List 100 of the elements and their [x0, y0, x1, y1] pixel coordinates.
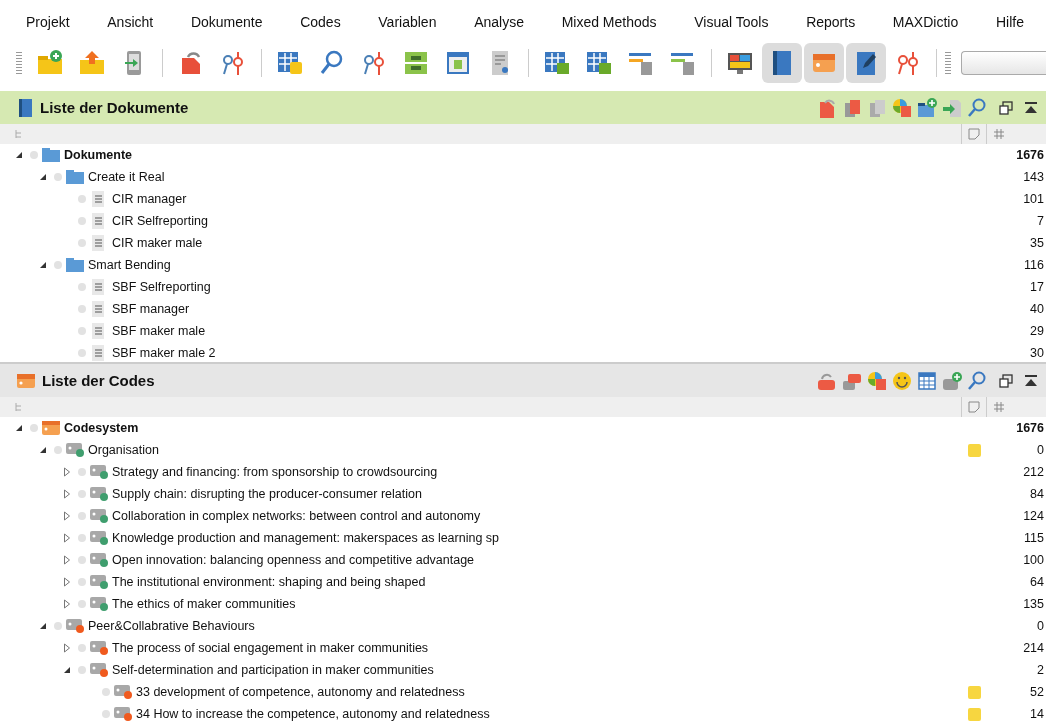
menu-item[interactable]: Codes — [300, 14, 341, 30]
document-name[interactable]: Create it Real — [88, 170, 165, 184]
status-dot — [78, 349, 86, 357]
code-name[interactable]: Open innovation: balancing openness and competitive advantage — [112, 553, 475, 567]
status-dot — [78, 644, 86, 652]
count: 52 — [1029, 685, 1045, 699]
collapse-icon[interactable] — [1024, 373, 1038, 388]
document-name[interactable]: CIR Selfreporting — [112, 214, 208, 228]
document-name[interactable]: SBF Selfreporting — [112, 280, 211, 294]
smiley-icon[interactable] — [891, 369, 913, 392]
count: 116 — [1023, 258, 1045, 272]
code-name[interactable]: Strategy and financing: from sponsorship to crowdsourcing — [112, 465, 438, 479]
collapsed-arrow-icon[interactable] — [62, 555, 72, 565]
memo-icon[interactable] — [968, 401, 980, 413]
status-dot — [78, 556, 86, 564]
toolbar-field[interactable] — [961, 51, 1046, 75]
document-button[interactable] — [762, 43, 802, 83]
count: 84 — [1029, 487, 1045, 501]
collapsed-arrow-icon[interactable] — [62, 489, 72, 499]
code-name[interactable]: Peer&Collabrative Behaviours — [88, 619, 255, 633]
code-name[interactable]: Supply chain: disrupting the producer-consumer relation — [112, 487, 422, 501]
document-name[interactable]: CIR maker male — [112, 236, 203, 250]
folder-icon — [65, 257, 85, 273]
menu-item[interactable]: Mixed Methods — [561, 14, 657, 30]
collapsed-arrow-icon[interactable] — [62, 577, 72, 587]
count: 100 — [1022, 553, 1045, 567]
search-icon[interactable] — [966, 369, 988, 392]
collapsed-arrow-icon[interactable] — [62, 643, 72, 653]
collapse-icon[interactable] — [1024, 100, 1038, 115]
code-name[interactable]: Organisation — [88, 443, 159, 457]
menu-item[interactable]: Reports — [806, 14, 856, 30]
expanded-arrow-icon[interactable] — [38, 172, 48, 182]
hash-icon[interactable] — [993, 401, 1005, 413]
expanded-arrow-icon[interactable] — [38, 445, 48, 455]
count: 2 — [1036, 663, 1045, 677]
count: 212 — [1022, 465, 1045, 479]
code-name[interactable]: The ethics of maker communities — [112, 597, 296, 611]
code-name[interactable]: 34 How to increase the competence, autonomy and relatedness — [136, 707, 490, 721]
status-dot — [78, 217, 86, 225]
code-name[interactable]: Collaboration in complex networks: between control and autonomy — [112, 509, 481, 523]
status-dot — [54, 261, 62, 269]
count: 35 — [1029, 236, 1045, 250]
expanded-arrow-icon[interactable] — [62, 665, 72, 675]
status-dot — [78, 490, 86, 498]
menu-item[interactable]: Visual Tools — [694, 14, 769, 30]
document-name[interactable]: Smart Bending — [88, 258, 171, 272]
collapsed-arrow-icon[interactable] — [62, 599, 72, 609]
status-dot — [54, 622, 62, 630]
document-name[interactable]: Dokumente — [64, 148, 133, 162]
code-name[interactable]: Codesystem — [64, 421, 139, 435]
document-name[interactable]: SBF maker male 2 — [112, 346, 216, 360]
document-name[interactable]: CIR manager — [112, 192, 187, 206]
menu-item[interactable]: Hilfe — [995, 14, 1024, 30]
count: 30 — [1029, 346, 1045, 360]
document-name[interactable]: SBF manager — [112, 302, 190, 316]
tag-add-icon[interactable] — [941, 369, 963, 392]
expanded-arrow-icon[interactable] — [38, 260, 48, 270]
menu-item[interactable]: Variablen — [378, 14, 437, 30]
count: 64 — [1029, 575, 1045, 589]
code-name[interactable]: The process of social engagement in maker communities — [112, 641, 429, 655]
code-name[interactable]: Knowledge production and management: makerspaces as learning sp — [112, 531, 500, 545]
restore-icon[interactable] — [999, 373, 1013, 388]
status-dot — [78, 239, 86, 247]
hash-icon[interactable] — [993, 128, 1005, 140]
count: 0 — [1036, 619, 1045, 633]
document-name[interactable]: SBF maker male — [112, 324, 206, 338]
code-name[interactable]: Self-determination and participation in maker communities — [112, 663, 434, 677]
table-icon[interactable] — [916, 369, 938, 392]
status-dot — [54, 173, 62, 181]
count: 214 — [1022, 641, 1045, 655]
count: 124 — [1022, 509, 1045, 523]
count: 29 — [1029, 324, 1045, 338]
menu-item[interactable]: Dokumente — [190, 14, 263, 30]
status-dot — [78, 327, 86, 335]
menu-item[interactable]: MAXDictio — [892, 14, 959, 30]
expanded-arrow-icon[interactable] — [14, 423, 24, 433]
status-dot — [78, 666, 86, 674]
collapsed-arrow-icon[interactable] — [62, 533, 72, 543]
count: 101 — [1022, 192, 1045, 206]
memo-icon[interactable] — [968, 128, 980, 140]
restore-icon[interactable] — [999, 100, 1013, 115]
code-name[interactable]: 33 development of competence, autonomy and relatedness — [136, 685, 465, 699]
pie-tag-icon[interactable] — [866, 369, 888, 392]
status-dot — [54, 446, 62, 454]
collapsed-arrow-icon[interactable] — [62, 467, 72, 477]
pen-button[interactable] — [846, 43, 886, 83]
count: 40 — [1029, 302, 1045, 316]
status-dot — [78, 600, 86, 608]
expanded-arrow-icon[interactable] — [14, 150, 24, 160]
menu-item[interactable]: Ansicht — [107, 14, 154, 30]
menu-item[interactable]: Analyse — [474, 14, 524, 30]
status-dot — [78, 283, 86, 291]
folder-add-icon[interactable] — [916, 96, 938, 119]
search-icon[interactable] — [966, 96, 988, 119]
code-name[interactable]: The institutional environment: shaping and being shaped — [112, 575, 426, 589]
menu-item[interactable]: Projekt — [26, 14, 70, 30]
expanded-arrow-icon[interactable] — [38, 621, 48, 631]
status-dot — [78, 534, 86, 542]
count: 1676 — [1015, 421, 1045, 435]
collapsed-arrow-icon[interactable] — [62, 511, 72, 521]
